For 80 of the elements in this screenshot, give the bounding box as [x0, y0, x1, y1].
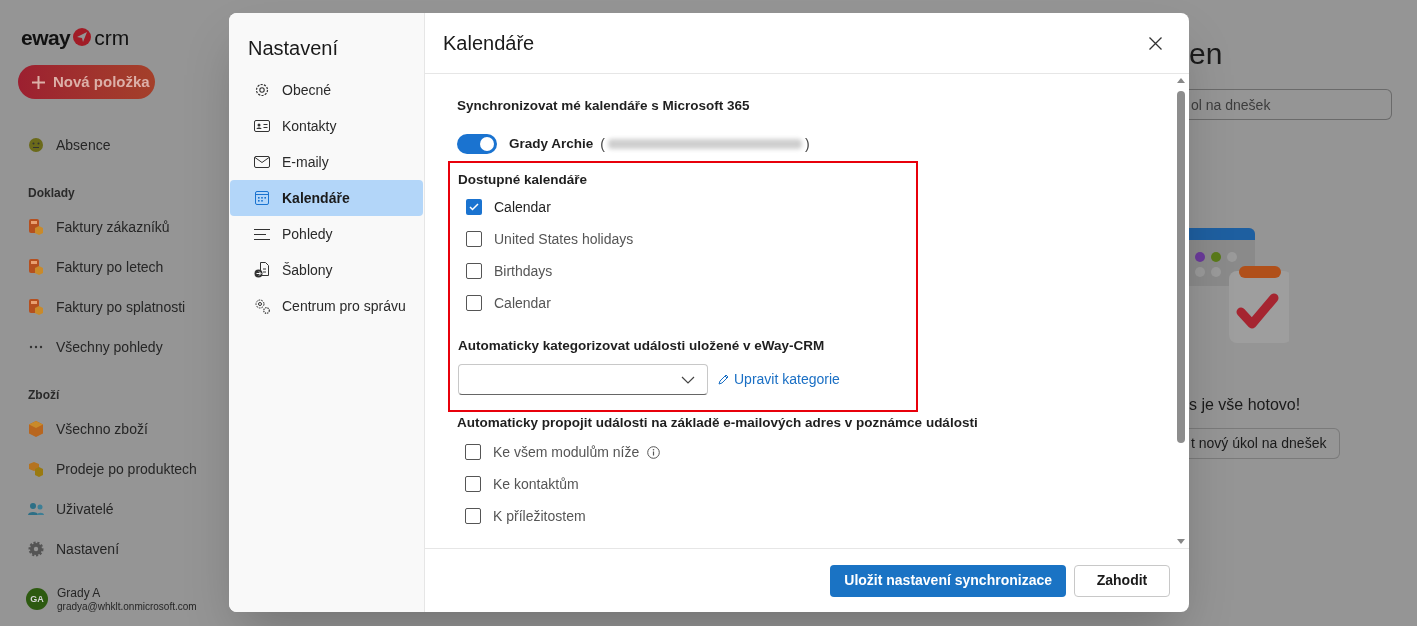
section-header: Doklady — [28, 185, 76, 202]
checkbox-label: United States holidays — [494, 229, 634, 249]
gear-icon — [254, 82, 270, 98]
section-header: Zboží — [28, 387, 61, 404]
calendar-icon — [254, 190, 270, 206]
checkbox-label: Birthdays — [494, 261, 553, 281]
new-task-button[interactable]: t nový úkol na dnešek — [1189, 428, 1340, 459]
category-dropdown[interactable] — [458, 364, 708, 395]
section-heading: Dostupné kalendáře — [458, 171, 589, 189]
pencil-icon — [717, 373, 730, 386]
settings-nav-item[interactable]: Obecné — [230, 72, 423, 108]
logo-text: crm — [94, 26, 130, 48]
sidebar-item[interactable]: Uživatelé — [28, 489, 211, 529]
settings-nav-item[interactable]: Pohledy — [230, 216, 423, 252]
scroll-down-icon — [1177, 539, 1185, 544]
calculator-icon — [28, 259, 44, 275]
lines-icon — [254, 226, 270, 242]
dialog-nav-title: Nastavení — [248, 36, 340, 61]
edit-categories-link[interactable]: Upravit kategorie — [717, 369, 840, 390]
gears-icon — [254, 298, 270, 314]
sidebar-item[interactable]: Faktury po splatnosti — [28, 287, 211, 327]
calculator-icon — [28, 299, 44, 315]
checkbox-label: Ke kontaktům — [493, 474, 579, 494]
save-button[interactable]: Uložit nastavení synchronizace — [830, 564, 1066, 597]
section-heading: Automaticky kategorizovat události uložené v eWay-CRM — [458, 337, 826, 355]
avatar: GA — [26, 588, 48, 611]
checkbox-label: Calendar — [494, 197, 551, 217]
settings-nav-item[interactable]: Kontakty — [230, 108, 423, 144]
page-title: en — [1189, 36, 1224, 72]
parenthesis: ) — [804, 134, 810, 154]
settings-nav-item[interactable]: Centrum pro správu — [230, 288, 423, 324]
discard-button[interactable]: Zahodit — [1074, 564, 1170, 597]
sidebar-item[interactable]: Faktury po letech — [28, 247, 211, 287]
checkbox[interactable] — [465, 508, 481, 524]
new-item-button[interactable]: Nová položka — [18, 65, 155, 99]
section-heading: Synchronizovat mé kalendáře s Microsoft 365 — [457, 97, 751, 115]
sidebar-item[interactable]: Všechny pohledy — [28, 327, 211, 367]
checkbox[interactable] — [465, 444, 481, 460]
chevron-down-icon — [681, 375, 695, 384]
gear-icon — [28, 541, 44, 557]
people-icon — [28, 501, 44, 517]
parenthesis: ( — [600, 134, 605, 154]
sidebar-item[interactable]: Všechno zboží — [28, 409, 211, 449]
sidebar-item[interactable]: Nastavení — [28, 529, 211, 569]
checkbox-label: Calendar — [494, 293, 551, 313]
sidebar-item[interactable]: Absence — [28, 125, 211, 165]
contact-card-icon — [254, 118, 270, 134]
settings-nav-item[interactable]: E-maily — [230, 144, 423, 180]
section-heading: Automaticky propojit události na základě e-mailových adres v poznámce události — [457, 414, 979, 432]
sync-toggle[interactable] — [457, 134, 497, 154]
scrollbar-thumb[interactable] — [1177, 91, 1185, 443]
document-arrow-icon — [254, 262, 270, 278]
user-name: Grady A — [57, 585, 102, 601]
checkbox[interactable] — [466, 263, 482, 279]
cube-icon — [28, 421, 44, 437]
dialog-title: Kalendáře — [443, 31, 535, 56]
plus-icon — [32, 75, 45, 89]
user-email: gradya@whklt.onmicrosoft.com — [57, 600, 197, 613]
mail-icon — [254, 154, 270, 170]
checkbox[interactable] — [465, 476, 481, 492]
scroll-up-icon — [1177, 78, 1185, 83]
empty-message: s je vše hotovo! — [1189, 395, 1302, 415]
cubes-icon — [28, 461, 44, 477]
logo-text: eway — [21, 26, 71, 48]
face-icon — [28, 137, 44, 153]
checkbox[interactable] — [466, 199, 482, 215]
close-icon — [1148, 36, 1162, 50]
logo-mark-icon — [73, 28, 92, 46]
settings-nav-item[interactable]: Šablony — [230, 252, 423, 288]
sidebar-item[interactable]: Prodeje po produktech — [28, 449, 211, 489]
checkbox-label: Ke všem modulům níže — [493, 442, 640, 462]
account-name: Grady Archie — [509, 134, 594, 153]
checkbox-label: K příležitostem — [493, 506, 586, 526]
settings-nav-item[interactable]: Kalendáře — [230, 180, 423, 216]
task-input-field[interactable]: ol na dnešek — [1189, 89, 1392, 120]
checkbox[interactable] — [466, 295, 482, 311]
calculator-icon — [28, 219, 44, 235]
checkbox[interactable] — [466, 231, 482, 247]
check-icon — [469, 203, 479, 211]
sidebar-item[interactable]: Faktury zákazníků — [28, 207, 211, 247]
